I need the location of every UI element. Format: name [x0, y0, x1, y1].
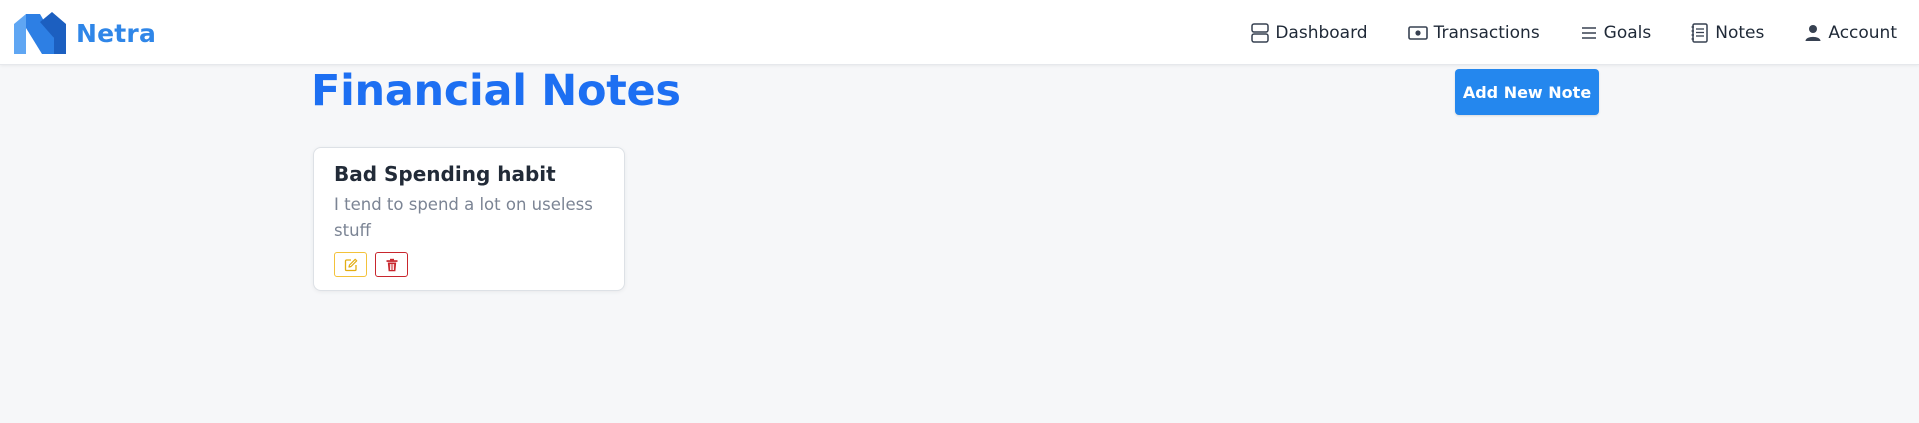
user-icon: [1805, 24, 1821, 41]
list-icon: [1581, 26, 1596, 39]
delete-note-button[interactable]: [375, 252, 408, 277]
note-body: I tend to spend a lot on useless stuff: [334, 195, 593, 240]
notebook-icon: [1691, 22, 1708, 43]
nav-transactions[interactable]: Transactions: [1407, 22, 1540, 43]
main-nav: Dashboard Transactions Goals Notes Accou…: [1211, 0, 1897, 65]
note-title: Bad Spending habit: [334, 162, 556, 186]
brand-home-link[interactable]: Netra: [14, 12, 156, 54]
add-new-note-button[interactable]: Add New Note: [1455, 69, 1599, 115]
nav-account-label: Account: [1828, 22, 1897, 43]
note-card: Bad Spending habit I tend to spend a lot…: [313, 147, 625, 291]
dashboard-icon: [1251, 22, 1270, 43]
edit-icon: [344, 258, 357, 271]
nav-dashboard[interactable]: Dashboard: [1251, 22, 1368, 43]
nav-transactions-label: Transactions: [1433, 22, 1540, 43]
nav-notes-label: Notes: [1715, 22, 1765, 43]
brand-name: Netra: [76, 18, 157, 48]
nav-goals[interactable]: Goals: [1580, 22, 1652, 43]
nav-notes[interactable]: Notes: [1691, 23, 1764, 43]
page-title: Financial Notes: [311, 66, 681, 116]
netra-logo-icon: [14, 12, 66, 54]
nav-dashboard-label: Dashboard: [1275, 22, 1368, 43]
top-navbar: Netra Dashboard Transactions Goals Notes…: [0, 0, 1919, 65]
trash-icon: [386, 258, 397, 271]
nav-account[interactable]: Account: [1804, 23, 1897, 43]
cash-icon: [1407, 25, 1428, 40]
nav-goals-label: Goals: [1603, 22, 1652, 43]
edit-note-button[interactable]: [334, 252, 367, 277]
note-actions: [334, 252, 416, 277]
